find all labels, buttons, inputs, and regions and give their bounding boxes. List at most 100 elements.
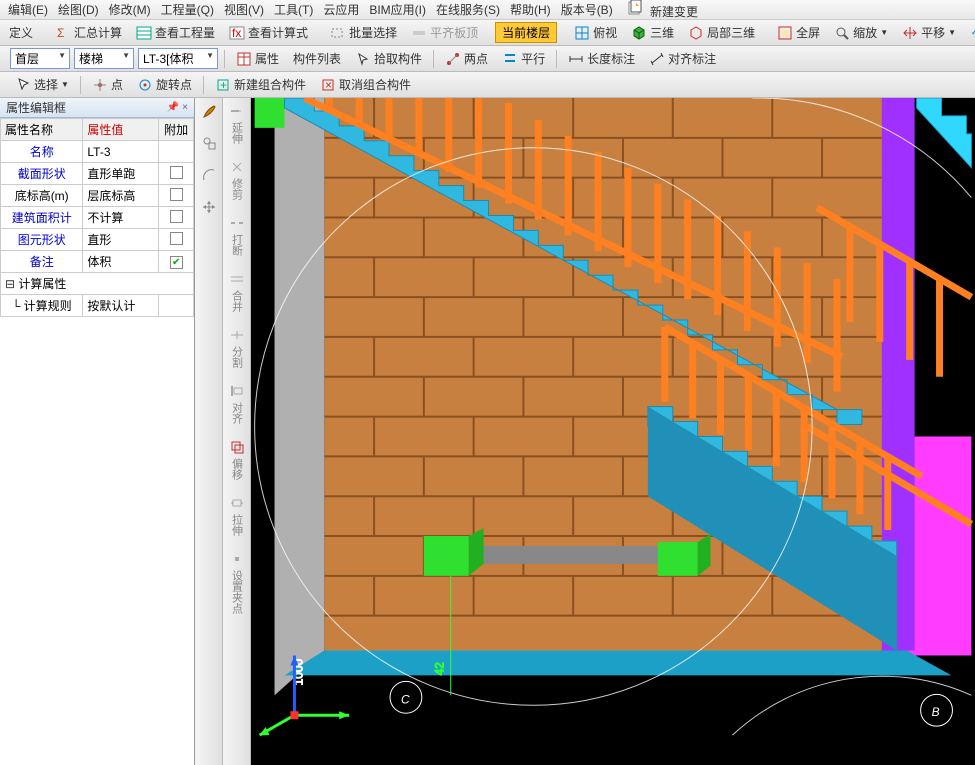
define-button[interactable]: 定义 — [4, 22, 38, 43]
side-tool-label: 修剪 — [229, 178, 245, 200]
side-tool-break[interactable]: 打断 — [228, 214, 246, 256]
cancel-combo-button[interactable]: × 取消组合构件 — [315, 74, 416, 95]
twopoint-icon — [445, 51, 461, 67]
prop-extra-5[interactable]: ✔ — [159, 251, 194, 273]
align-dim-button[interactable]: 对齐标注 — [644, 48, 721, 69]
menu-version[interactable]: 版本号(B) — [557, 1, 617, 18]
prop-extra-4[interactable] — [159, 229, 194, 251]
category-dropdown[interactable]: 楼梯 — [74, 48, 134, 69]
parallel-icon — [502, 51, 518, 67]
side-tool-label: 打断 — [229, 234, 245, 256]
menu-edit[interactable]: 编辑(E) — [4, 1, 52, 18]
shapes-icon — [200, 134, 218, 152]
length-dim-button[interactable]: 长度标注 — [563, 48, 640, 69]
cursor-icon — [15, 77, 31, 93]
prop-value-1[interactable]: 直形单跑 — [83, 163, 159, 185]
fullscreen-button[interactable]: 全屏 — [772, 22, 825, 43]
top-view-button[interactable]: 俯视 — [569, 22, 622, 43]
prop-extra-3[interactable] — [159, 207, 194, 229]
menu-cloud[interactable]: 云应用 — [319, 1, 363, 18]
sigma-icon: Σ — [55, 25, 71, 41]
move-icon — [200, 198, 218, 216]
header-extra: 附加 — [159, 119, 194, 141]
side-tool-offset[interactable]: 偏移 — [228, 438, 246, 480]
new-change-button[interactable]: 新建变更 — [623, 0, 706, 20]
prop-extra-1[interactable] — [159, 163, 194, 185]
point-button[interactable]: 点 — [87, 74, 128, 95]
select-button[interactable]: 选择 ▼ — [10, 74, 74, 95]
menu-bim[interactable]: BIM应用(I) — [365, 1, 430, 18]
prop-name-4: 图元形状 — [1, 229, 83, 251]
prop-extra-2[interactable] — [159, 185, 194, 207]
toolbar-main: 定义 Σ 汇总计算 查看工程量 fx 查看计算式 批量选择 平齐板顶 当前楼层 … — [0, 20, 975, 46]
side-tool-shapes[interactable] — [200, 134, 218, 152]
split-icon — [228, 326, 246, 344]
3d-viewport[interactable]: 42 1000 C B — [251, 98, 975, 765]
side-tool-stretch[interactable]: 拉伸 — [228, 494, 246, 536]
svg-text:×: × — [325, 78, 332, 92]
menu-bar: 编辑(E) 绘图(D) 修改(M) 工程量(Q) 视图(V) 工具(T) 云应用… — [0, 0, 975, 20]
zoom-button[interactable]: 缩放 ▼ — [829, 22, 893, 43]
menu-tools[interactable]: 工具(T) — [270, 1, 317, 18]
svg-text:fx: fx — [232, 26, 241, 40]
component-dropdown[interactable]: LT-3[体积 — [138, 48, 218, 69]
prop-extra-0[interactable] — [159, 141, 194, 163]
floor-dropdown[interactable]: 首层 — [10, 48, 70, 69]
group-calc-properties[interactable]: ⊟ 计算属性 — [1, 273, 194, 295]
3d-button[interactable]: 三维 — [626, 22, 679, 43]
side-tool-brush[interactable] — [200, 102, 218, 120]
prop-value-4[interactable]: 直形 — [83, 229, 159, 251]
side-tool-trim[interactable]: 修剪 — [228, 158, 246, 200]
menu-modify[interactable]: 修改(M) — [105, 1, 155, 18]
rotate-point-button[interactable]: 旋转点 — [132, 74, 197, 95]
extend-icon — [228, 102, 246, 120]
cancelcombo-icon: × — [320, 77, 336, 93]
prop-value-2[interactable]: 层底标高 — [83, 185, 159, 207]
formula-icon: fx — [229, 25, 245, 41]
local-3d-button[interactable]: 局部三维 — [683, 22, 760, 43]
view-formula-button[interactable]: fx 查看计算式 — [224, 22, 313, 43]
slab-top-button[interactable]: 平齐板顶 — [406, 22, 483, 43]
point-icon — [92, 77, 108, 93]
new-combo-button[interactable]: + 新建组合构件 — [210, 74, 311, 95]
side-tool-label: 合并 — [229, 290, 245, 312]
menu-quantity[interactable]: 工程量(Q) — [157, 1, 218, 18]
side-tool-move[interactable] — [200, 198, 218, 216]
side-tool-align[interactable]: 对齐 — [228, 382, 246, 424]
menu-help[interactable]: 帮助(H) — [506, 1, 555, 18]
prop-value-3[interactable]: 不计算 — [83, 207, 159, 229]
side-tool-extend[interactable]: 延伸 — [228, 102, 246, 144]
menu-online[interactable]: 在线服务(S) — [432, 1, 504, 18]
pan-button[interactable]: 平移 ▼ — [897, 22, 961, 43]
view-amount-button[interactable]: 查看工程量 — [131, 22, 220, 43]
component-list-button[interactable]: 构件列表 — [288, 48, 346, 69]
pick-component-button[interactable]: 拾取构件 — [350, 48, 427, 69]
aligndim-icon — [649, 51, 665, 67]
prop-value-0[interactable]: LT-3 — [83, 141, 159, 163]
two-point-button[interactable]: 两点 — [440, 48, 493, 69]
property-table: 属性名称 属性值 附加 名称LT-3截面形状直形单跑底标高(m)层底标高建筑面积… — [0, 118, 194, 317]
break-icon — [228, 214, 246, 232]
side-tool-grip[interactable]: 设置夹点 — [228, 550, 246, 614]
side-tool-column-1 — [195, 98, 223, 765]
sum-calc-button[interactable]: Σ 汇总计算 — [50, 22, 127, 43]
panel-pin-icon[interactable]: 📌 × — [167, 102, 188, 113]
header-value: 属性值 — [83, 119, 159, 141]
properties-button[interactable]: 属性 — [231, 48, 284, 69]
menu-draw[interactable]: 绘图(D) — [54, 1, 103, 18]
rule-value[interactable]: 按默认计 — [83, 295, 159, 317]
prop-value-5[interactable]: 体积 — [83, 251, 159, 273]
menu-view[interactable]: 视图(V) — [220, 1, 268, 18]
topview-icon — [574, 25, 590, 41]
screen-rotate-button[interactable]: 屏幕旋 — [965, 22, 975, 43]
parallel-button[interactable]: 平行 — [497, 48, 550, 69]
prop-name-1: 截面形状 — [1, 163, 83, 185]
side-tool-arc[interactable] — [200, 166, 218, 184]
batch-select-button[interactable]: 批量选择 — [325, 22, 402, 43]
stretch-icon — [228, 494, 246, 512]
svg-text:B: B — [932, 705, 940, 719]
side-tool-column-2: 延伸修剪打断合并分割对齐偏移拉伸设置夹点 — [223, 98, 251, 765]
slab-icon — [411, 25, 427, 41]
side-tool-merge[interactable]: 合并 — [228, 270, 246, 312]
side-tool-split[interactable]: 分割 — [228, 326, 246, 368]
